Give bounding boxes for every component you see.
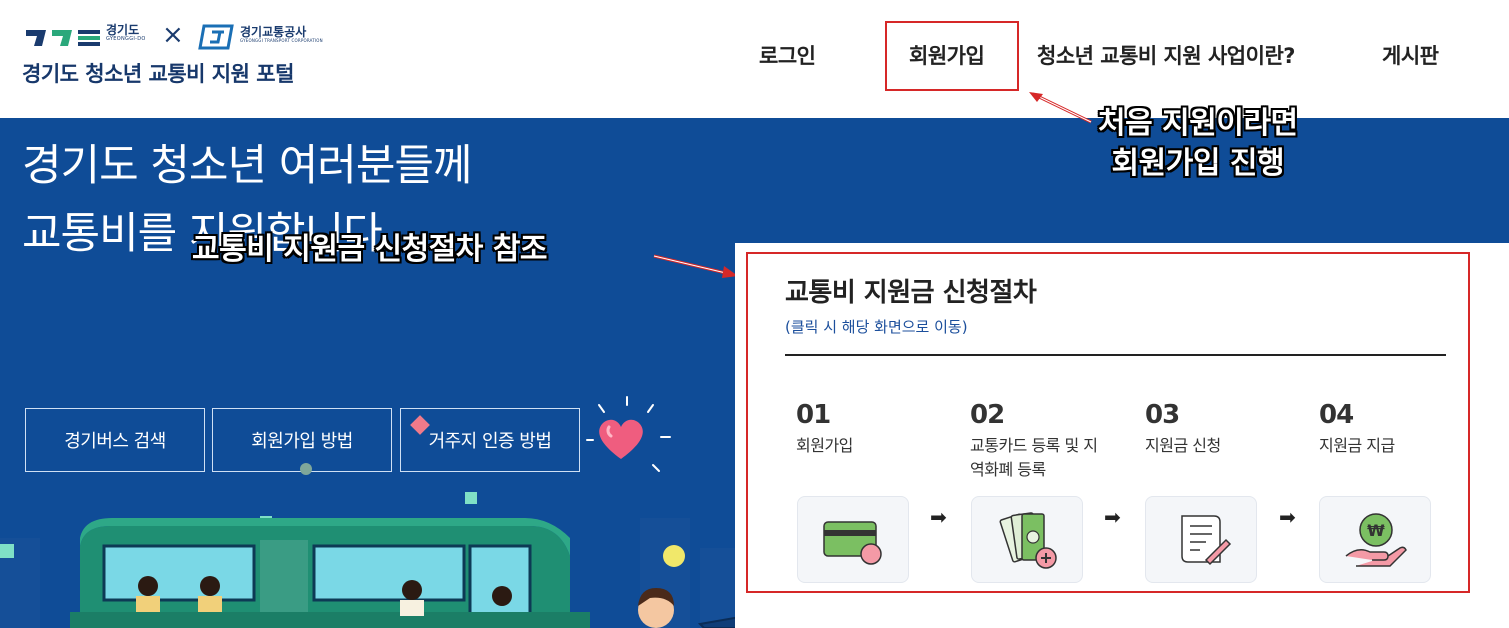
annotation-arrow-icon (653, 254, 738, 278)
logo-gyeonggi-text: 경기도 GYEONGGI-DO (106, 23, 146, 43)
portal-title: 경기도 청소년 교통비 지원 포털 (22, 62, 294, 86)
residence-auth-guide-button[interactable]: 거주지 인증 방법 (400, 408, 580, 472)
arrow-right-icon: ➡ (1279, 505, 1296, 529)
bus-search-button[interactable]: 경기버스 검색 (25, 408, 205, 472)
arrow-right-icon: ➡ (1104, 505, 1121, 529)
sun-decoration (663, 545, 685, 567)
won-coin-icon: ₩ (1345, 512, 1407, 567)
svg-text:₩: ₩ (1367, 521, 1385, 540)
site-logo[interactable]: 경기도 GYEONGGI-DO × 경기교통공사 GYEONGGI TRANSPOR… (22, 20, 342, 90)
step-apply[interactable]: 03 지원금 신청 (1145, 400, 1295, 458)
logo-corp-text: 경기교통공사 GYEONGGI TRANSPORT CORPORATION (240, 25, 323, 44)
step-apply-tile[interactable] (1145, 496, 1257, 583)
step-card-register[interactable]: 02 교통카드 등록 및 지역화폐 등록 (970, 400, 1100, 482)
signup-annotation: 처음 지원이라면 회원가입 진행 (1098, 106, 1298, 181)
gyeonggi-logo-icon (26, 30, 100, 46)
procedure-annotation: 교통비 지원금 신청절차 참조 (192, 232, 548, 267)
transport-corp-logo-icon (198, 24, 234, 50)
step-payment[interactable]: 04 지원금 지급 (1319, 400, 1469, 458)
card-icon (823, 520, 882, 565)
document-icon (1181, 514, 1232, 565)
procedure-title: 교통비 지원금 신청절차 (785, 278, 1037, 308)
square-decoration (465, 492, 477, 504)
arrow-right-icon: ➡ (930, 505, 947, 529)
nav-board[interactable]: 게시판 (1382, 40, 1439, 70)
square-decoration (0, 544, 14, 558)
step-signup-tile[interactable] (797, 496, 909, 583)
bus-illustration (70, 518, 590, 628)
step-card-register-tile[interactable] (971, 496, 1083, 583)
step-signup[interactable]: 01 회원가입 (796, 400, 946, 458)
signup-highlight-box (885, 21, 1019, 91)
logo-times-icon: × (162, 20, 184, 50)
nav-about[interactable]: 청소년 교통비 지원 사업이란? (1037, 40, 1295, 70)
divider (785, 354, 1446, 356)
dot-decoration (300, 463, 312, 475)
heart-icon (586, 396, 671, 472)
step-payment-tile[interactable]: ₩ (1319, 496, 1431, 583)
nav-login[interactable]: 로그인 (759, 40, 816, 70)
signup-guide-button[interactable]: 회원가입 방법 (212, 408, 392, 472)
procedure-subtitle: (클릭 시 해당 화면으로 이동) (785, 318, 968, 336)
site-header: 경기도 GYEONGGI-DO × 경기교통공사 GYEONGGI TRANSPOR… (0, 0, 1509, 118)
annotation-arrow-icon (1029, 92, 1092, 124)
money-icon (999, 511, 1057, 569)
